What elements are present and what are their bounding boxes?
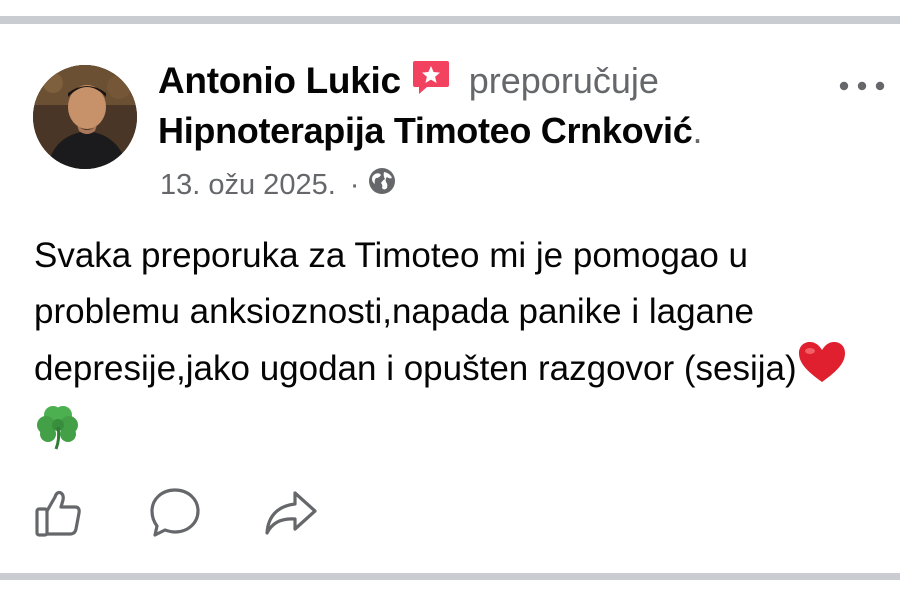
meta-separator: · (349, 168, 360, 201)
feed-divider-bottom (0, 568, 900, 601)
avatar[interactable] (33, 65, 137, 169)
post-actions (30, 486, 320, 544)
heart-emoji (797, 340, 847, 401)
like-button[interactable] (30, 486, 88, 544)
recommends-label: preporučuje (468, 60, 659, 101)
post-date[interactable]: 13. ožu 2025. (160, 169, 336, 202)
feed-divider-top (0, 0, 900, 32)
page-name-suffix: . (692, 110, 703, 151)
post-body: Svaka preporuka za Timoteo mi je pomogao… (34, 228, 896, 470)
page-name-link[interactable]: Hipnoterapija Timoteo Crnković (158, 110, 693, 151)
comment-button[interactable] (146, 486, 204, 544)
shamrock-emoji (34, 401, 86, 470)
thumbs-up-icon (33, 487, 85, 544)
share-icon (263, 487, 319, 544)
share-button[interactable] (262, 486, 320, 544)
post-text: Svaka preporuka za Timoteo mi je pomogao… (34, 236, 797, 388)
globe-icon (367, 166, 397, 204)
post-header: Antonio Lukic preporučuje (158, 56, 659, 106)
post-meta: 13. ožu 2025. · (160, 166, 397, 204)
recommendation-badge-icon (411, 57, 451, 97)
recommended-page-line: Hipnoterapija Timoteo Crnković. (158, 110, 702, 152)
comment-icon (148, 486, 202, 545)
author-name[interactable]: Antonio Lukic (158, 60, 401, 102)
more-options-icon[interactable] (838, 76, 886, 96)
